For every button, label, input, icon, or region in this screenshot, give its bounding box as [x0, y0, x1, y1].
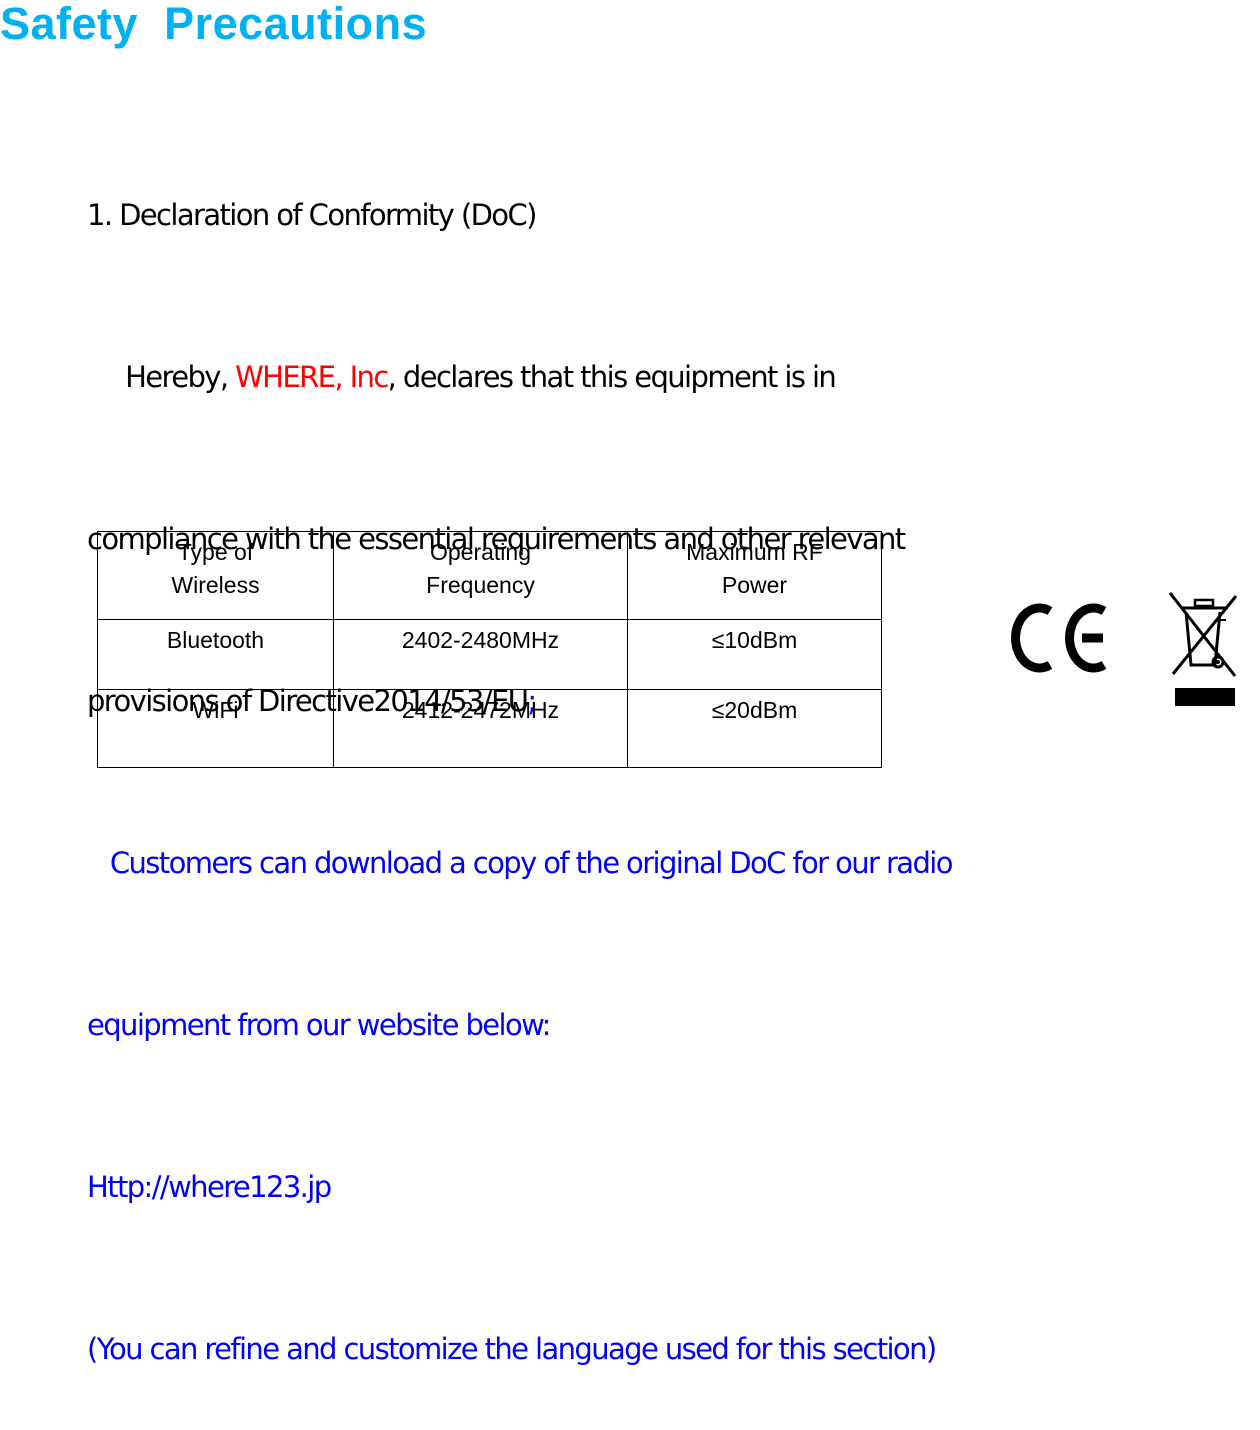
- download-line-1: Customers can download a copy of the ori…: [87, 846, 954, 880]
- ce-mark-icon: [1011, 603, 1107, 673]
- table-header-row: Type of Wireless Operating Frequency Maxim…: [97, 531, 882, 620]
- cell-type: WiFi: [97, 689, 334, 768]
- header-power: Maximum RF Power: [627, 531, 882, 620]
- page-title: Safety Precautions: [0, 0, 428, 49]
- compliance-marks-svg: [1011, 592, 1238, 706]
- hereby-line: Hereby, WHERE, Inc, declares that this e…: [87, 350, 1260, 404]
- weee-bar-icon: [1175, 688, 1235, 706]
- hereby-suffix: , declares that this equipment is in: [387, 360, 837, 394]
- hereby-prefix: Hereby,: [87, 360, 236, 394]
- company-name: WHERE, Inc: [235, 360, 389, 394]
- cell-type: Bluetooth: [97, 619, 334, 690]
- website-link[interactable]: Http://where123.jp: [87, 1170, 332, 1204]
- compliance-marks: [1010, 588, 1260, 713]
- cell-frequency: 2402-2480MHz: [333, 619, 628, 690]
- rf-spec-table: Type of Wireless Operating Frequency Maxim…: [97, 531, 882, 768]
- table-row: Bluetooth 2402-2480MHz ≤10dBm: [97, 619, 882, 690]
- header-frequency: Operating Frequency: [333, 531, 628, 620]
- section-heading: 1. Declaration of Conformity (DoC): [87, 198, 537, 232]
- table-row: WiFi 2412-2472MHz ≤20dBm: [97, 689, 882, 768]
- weee-crossed-bin-icon: [1168, 592, 1238, 677]
- header-type: Type of Wireless: [97, 531, 334, 620]
- cell-frequency: 2412-2472MHz: [333, 689, 628, 768]
- customization-note: (You can refine and customize the langua…: [87, 1332, 937, 1366]
- cell-power: ≤20dBm: [627, 689, 882, 768]
- download-line-2: equipment from our website below:: [87, 1008, 551, 1042]
- cell-power: ≤10dBm: [627, 619, 882, 690]
